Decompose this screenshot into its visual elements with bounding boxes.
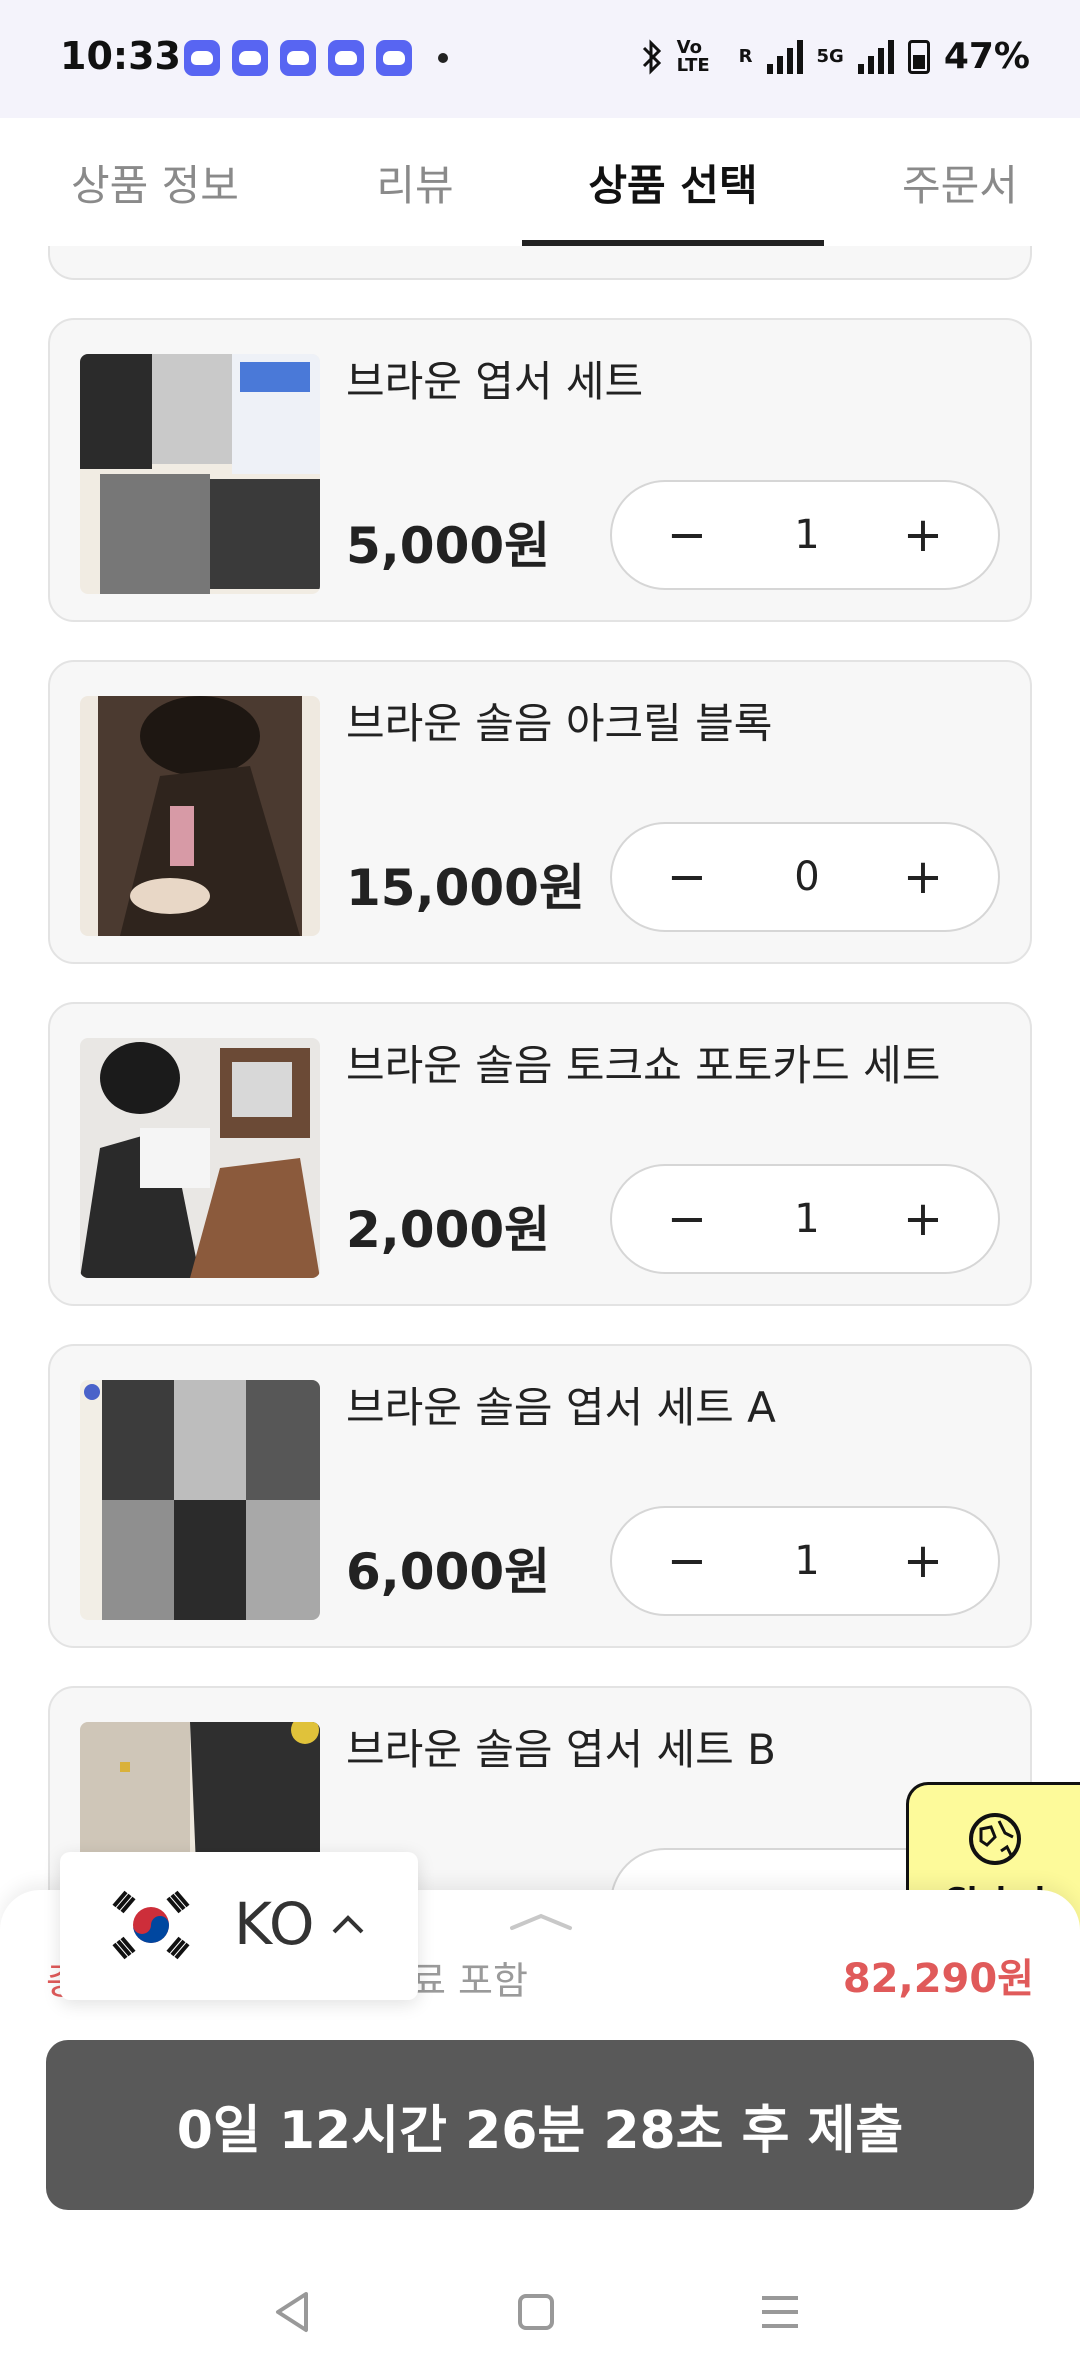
globe-icon [969, 1813, 1021, 1865]
sheet-expand-chevron-icon[interactable] [506, 1912, 576, 1932]
increase-button[interactable]: + [868, 1166, 978, 1272]
language-code: KO [234, 1890, 315, 1958]
roaming-label: R [738, 45, 753, 67]
product-title: 브라운 솔음 토크쇼 포토카드 세트 [346, 1041, 941, 1090]
status-bar: 10:33 Vo LTE R 5G 47% [0, 0, 1080, 118]
product-price: 6,000원 [346, 1543, 551, 1601]
notification-icons [184, 40, 448, 76]
increase-button[interactable]: + [868, 1508, 978, 1614]
5g-label: 5G [816, 45, 844, 67]
product-title: 브라운 솔음 아크릴 블록 [346, 699, 773, 748]
discord-icon [232, 40, 268, 76]
product-title: 브라운 엽서 세트 [346, 357, 644, 406]
product-title: 브라운 솔음 엽서 세트 A [346, 1383, 776, 1432]
quantity-value: 1 [794, 512, 820, 558]
tab-order-form[interactable]: 주문서 [860, 118, 1060, 246]
chevron-up-icon [332, 1915, 364, 1934]
quantity-value: 0 [794, 854, 820, 900]
battery-percent: 47% [943, 36, 1030, 77]
product-card[interactable]: 브라운 솔음 엽서 세트 A 6,000원 − 1 + [48, 1344, 1032, 1648]
tab-reviews[interactable]: 리뷰 [320, 118, 510, 246]
volte-label: Vo LTE [676, 36, 710, 76]
signal-5g-icon [857, 39, 894, 74]
system-navigation-bar [0, 2250, 1080, 2376]
battery-icon [907, 39, 930, 74]
quantity-stepper: − 0 + [610, 822, 1000, 932]
quantity-value: 1 [794, 1196, 820, 1242]
increase-button[interactable]: + [868, 824, 978, 930]
product-price: 15,000원 [346, 859, 585, 917]
quantity-value: 1 [794, 1538, 820, 1584]
quantity-stepper: − 1 + [610, 480, 1000, 590]
home-icon[interactable] [506, 2282, 566, 2342]
signal-icon [766, 39, 803, 74]
decrease-button[interactable]: − [632, 482, 742, 588]
quantity-stepper: − 1 + [610, 1164, 1000, 1274]
language-selector[interactable]: KO [60, 1852, 418, 2000]
discord-icon [184, 40, 220, 76]
status-time: 10:33 [60, 34, 181, 78]
bluetooth-icon [642, 38, 661, 75]
product-thumbnail [80, 1038, 320, 1278]
korea-flag-icon [108, 1886, 194, 1964]
product-price: 2,000원 [346, 1201, 551, 1259]
tab-product-info[interactable]: 상품 정보 [40, 118, 270, 246]
quantity-stepper: − 1 + [610, 1506, 1000, 1616]
decrease-button[interactable]: − [632, 1166, 742, 1272]
decrease-button[interactable]: − [632, 1508, 742, 1614]
discord-icon [280, 40, 316, 76]
decrease-button[interactable]: − [632, 824, 742, 930]
discord-icon [328, 40, 364, 76]
tab-bar: 상품 정보 리뷰 상품 선택 주문서 [0, 118, 1080, 246]
product-card[interactable]: 브라운 솔음 토크쇼 포토카드 세트 2,000원 − 1 + [48, 1002, 1032, 1306]
status-indicators: Vo LTE R 5G 47% [641, 36, 1030, 77]
product-price: 5,000원 [346, 517, 551, 575]
product-thumbnail [80, 696, 320, 936]
product-card[interactable]: 브라운 솔음 아크릴 블록 15,000원 − 0 + [48, 660, 1032, 964]
product-thumbnail [80, 1380, 320, 1620]
submit-button[interactable]: 0일 12시간 26분 28초 후 제출 [46, 2040, 1034, 2210]
total-label-suffix: 료 포함 [410, 1959, 528, 2003]
recent-apps-icon[interactable] [750, 2282, 810, 2342]
increase-button[interactable]: + [868, 482, 978, 588]
total-price: 82,290원 [842, 1956, 1034, 2002]
back-icon[interactable] [262, 2282, 322, 2342]
previous-product-card [48, 246, 1032, 280]
product-title: 브라운 솔음 엽서 세트 B [346, 1725, 776, 1774]
product-thumbnail [80, 354, 320, 594]
product-card[interactable]: 브라운 엽서 세트 5,000원 − 1 + [48, 318, 1032, 622]
more-notifications-dot-icon [438, 53, 448, 63]
discord-icon [376, 40, 412, 76]
tab-product-select[interactable]: 상품 선택 [522, 118, 824, 246]
